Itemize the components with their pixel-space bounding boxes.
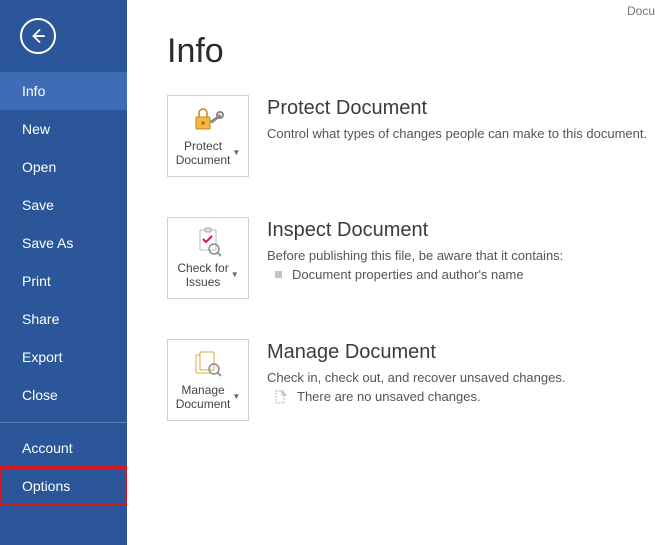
nav-label: Save As bbox=[22, 235, 73, 251]
section-manage: ManageDocument ▼ Manage Document Check i… bbox=[127, 339, 655, 461]
nav-label: Share bbox=[22, 311, 59, 327]
check-for-issues-button[interactable]: Check forIssues ▼ bbox=[167, 217, 249, 299]
section-desc: Before publishing this file, be aware th… bbox=[267, 248, 563, 263]
nav-primary: Info New Open Save Save As Print Share E… bbox=[0, 72, 127, 505]
chevron-down-icon: ▼ bbox=[232, 390, 240, 404]
arrow-left-icon bbox=[29, 27, 47, 45]
section-protect: ProtectDocument ▼ Protect Document Contr… bbox=[127, 95, 655, 217]
section-title: Manage Document bbox=[267, 341, 565, 364]
backstage-sidebar: Info New Open Save Save As Print Share E… bbox=[0, 0, 127, 545]
nav-label: Close bbox=[22, 387, 58, 403]
lock-key-icon bbox=[190, 105, 226, 135]
chevron-down-icon: ▼ bbox=[232, 146, 240, 160]
chevron-down-icon: ▼ bbox=[231, 268, 239, 282]
main-content: Docu Info ProtectDocument ▼ bbox=[127, 0, 655, 545]
bullet-icon bbox=[275, 271, 282, 278]
nav-label: Print bbox=[22, 273, 51, 289]
tile-label: ManageDocument bbox=[176, 383, 231, 411]
sidebar-item-share[interactable]: Share bbox=[0, 300, 127, 338]
documents-search-icon bbox=[190, 349, 226, 379]
page-icon bbox=[275, 390, 287, 404]
nav-label: Export bbox=[22, 349, 62, 365]
nav-divider bbox=[0, 422, 127, 423]
section-title: Inspect Document bbox=[267, 219, 563, 242]
manage-note: There are no unsaved changes. bbox=[267, 389, 565, 404]
tile-label: Check forIssues bbox=[177, 261, 228, 289]
sidebar-item-save[interactable]: Save bbox=[0, 186, 127, 224]
document-title-partial: Docu bbox=[627, 4, 655, 18]
inspect-item: Document properties and author's name bbox=[267, 267, 563, 282]
sidebar-item-account[interactable]: Account bbox=[0, 429, 127, 467]
nav-label: Info bbox=[22, 83, 45, 99]
section-title: Protect Document bbox=[267, 97, 647, 120]
section-desc: Check in, check out, and recover unsaved… bbox=[267, 370, 565, 385]
section-inspect: Check forIssues ▼ Inspect Document Befor… bbox=[127, 217, 655, 339]
inspect-item-text: Document properties and author's name bbox=[292, 267, 524, 282]
sidebar-item-close[interactable]: Close bbox=[0, 376, 127, 414]
document-check-icon bbox=[190, 227, 226, 257]
sidebar-item-print[interactable]: Print bbox=[0, 262, 127, 300]
protect-document-button[interactable]: ProtectDocument ▼ bbox=[167, 95, 249, 177]
sidebar-item-open[interactable]: Open bbox=[0, 148, 127, 186]
manage-document-button[interactable]: ManageDocument ▼ bbox=[167, 339, 249, 421]
sidebar-item-export[interactable]: Export bbox=[0, 338, 127, 376]
sidebar-item-options[interactable]: Options bbox=[0, 467, 127, 505]
manage-note-text: There are no unsaved changes. bbox=[297, 389, 481, 404]
page-title: Info bbox=[127, 0, 655, 95]
nav-label: Options bbox=[22, 478, 70, 494]
nav-label: Save bbox=[22, 197, 54, 213]
sidebar-item-new[interactable]: New bbox=[0, 110, 127, 148]
nav-label: Open bbox=[22, 159, 56, 175]
tile-label: ProtectDocument bbox=[176, 139, 231, 167]
nav-label: New bbox=[22, 121, 50, 137]
sidebar-item-save-as[interactable]: Save As bbox=[0, 224, 127, 262]
back-button[interactable] bbox=[20, 18, 56, 54]
nav-label: Account bbox=[22, 440, 73, 456]
sidebar-item-info[interactable]: Info bbox=[0, 72, 127, 110]
section-desc: Control what types of changes people can… bbox=[267, 126, 647, 141]
